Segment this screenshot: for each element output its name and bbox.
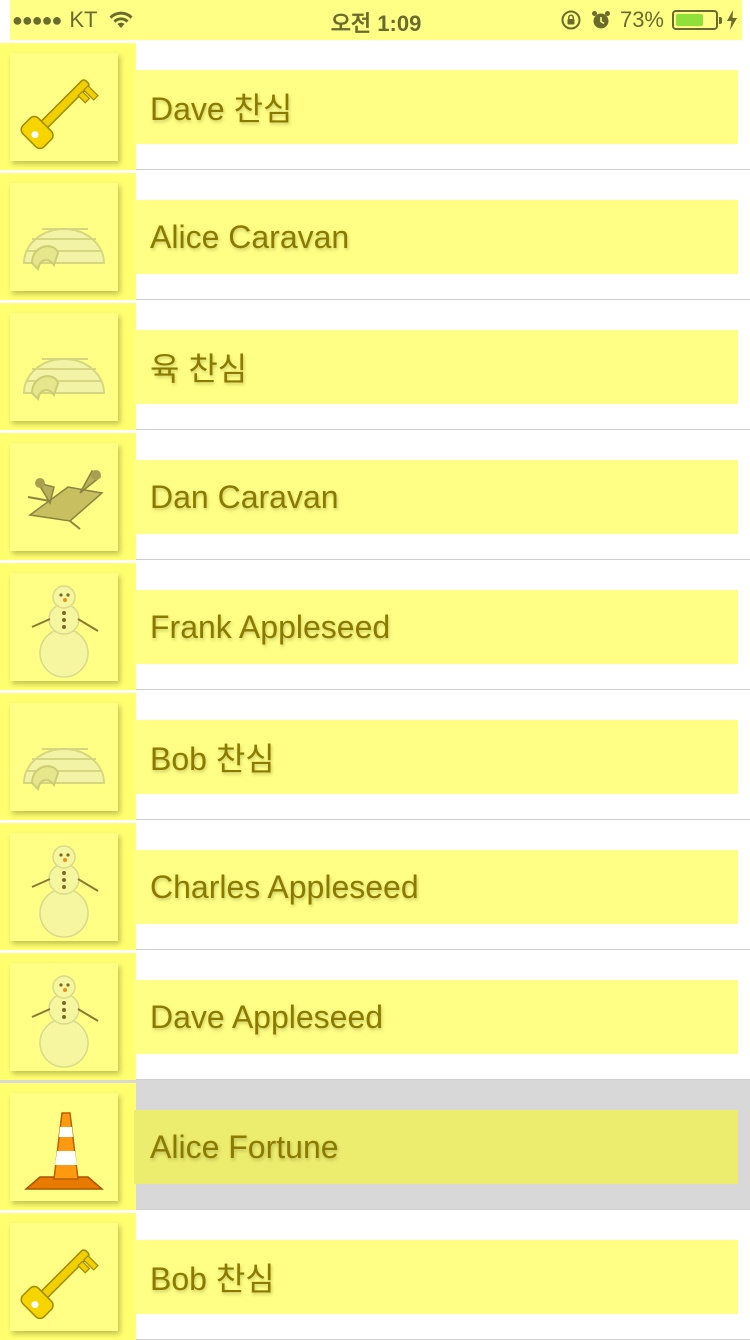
list-item[interactable]: Charles Appleseed	[0, 820, 750, 950]
icon-column	[0, 433, 136, 560]
contact-list[interactable]: Dave 찬심 Alice Caravan 육 찬심 Dan Caravan Frank…	[0, 40, 750, 1340]
status-right: 73%	[560, 7, 738, 33]
icon-column	[0, 563, 136, 690]
list-item-name: Bob 찬심	[150, 741, 275, 777]
list-item[interactable]: Alice Fortune	[0, 1080, 750, 1210]
list-item-name: Dan Caravan	[150, 478, 339, 515]
snowman-icon	[10, 963, 118, 1071]
icon-column	[0, 1213, 136, 1340]
snowman-icon	[10, 573, 118, 681]
battery-percent: 73%	[619, 7, 664, 32]
list-item-name: 육 찬심	[150, 351, 248, 387]
list-item-label-box: Dave 찬심	[134, 70, 738, 144]
list-item-name: Alice Fortune	[150, 1128, 339, 1165]
list-item-label-box: 육 찬심	[134, 330, 738, 404]
list-item-label-box: Bob 찬심	[134, 1240, 738, 1314]
igloo-icon	[10, 313, 118, 421]
snowman-icon	[10, 833, 118, 941]
list-item[interactable]: Dave 찬심	[0, 40, 750, 170]
list-item[interactable]: Dan Caravan	[0, 430, 750, 560]
list-item-name: Bob 찬심	[150, 1261, 275, 1297]
list-item-name: Charles Appleseed	[150, 868, 419, 905]
icon-column	[0, 693, 136, 820]
list-item-label-box: Alice Fortune	[134, 1110, 738, 1184]
list-item-label-box: Alice Caravan	[134, 200, 738, 274]
icon-column	[0, 303, 136, 430]
key-icon	[10, 53, 118, 161]
list-item-label-box: Charles Appleseed	[134, 850, 738, 924]
key-icon	[10, 1223, 118, 1331]
list-item-label-box: Bob 찬심	[134, 720, 738, 794]
igloo-icon	[10, 183, 118, 291]
list-item[interactable]: Frank Appleseed	[0, 560, 750, 690]
list-item[interactable]: 육 찬심	[0, 300, 750, 430]
rotation-lock-icon	[561, 10, 581, 30]
traffic-cone-icon	[10, 1093, 118, 1201]
list-item-name: Alice Caravan	[150, 218, 350, 255]
battery-icon	[672, 10, 722, 30]
alarm-icon	[591, 11, 610, 29]
list-item[interactable]: Bob 찬심	[0, 690, 750, 820]
spaceship-icon	[10, 443, 118, 551]
list-item-label-box: Dave Appleseed	[134, 980, 738, 1054]
icon-column	[0, 823, 136, 950]
list-item-name: Frank Appleseed	[150, 608, 391, 645]
list-item-name: Dave Appleseed	[150, 998, 384, 1035]
icon-column	[0, 173, 136, 300]
igloo-icon	[10, 703, 118, 811]
list-item[interactable]: Alice Caravan	[0, 170, 750, 300]
list-item-label-box: Dan Caravan	[134, 460, 738, 534]
battery-fill	[676, 14, 703, 26]
icon-column	[0, 1083, 136, 1210]
icon-column	[0, 953, 136, 1080]
status-bar: ●●●●● KT 오전 1:09 73%	[10, 0, 742, 40]
list-item-label-box: Frank Appleseed	[134, 590, 738, 664]
list-item[interactable]: Bob 찬심	[0, 1210, 750, 1340]
icon-column	[0, 43, 136, 170]
charging-bolt-icon	[727, 10, 737, 30]
list-item[interactable]: Dave Appleseed	[0, 950, 750, 1080]
list-item-name: Dave 찬심	[150, 91, 293, 127]
